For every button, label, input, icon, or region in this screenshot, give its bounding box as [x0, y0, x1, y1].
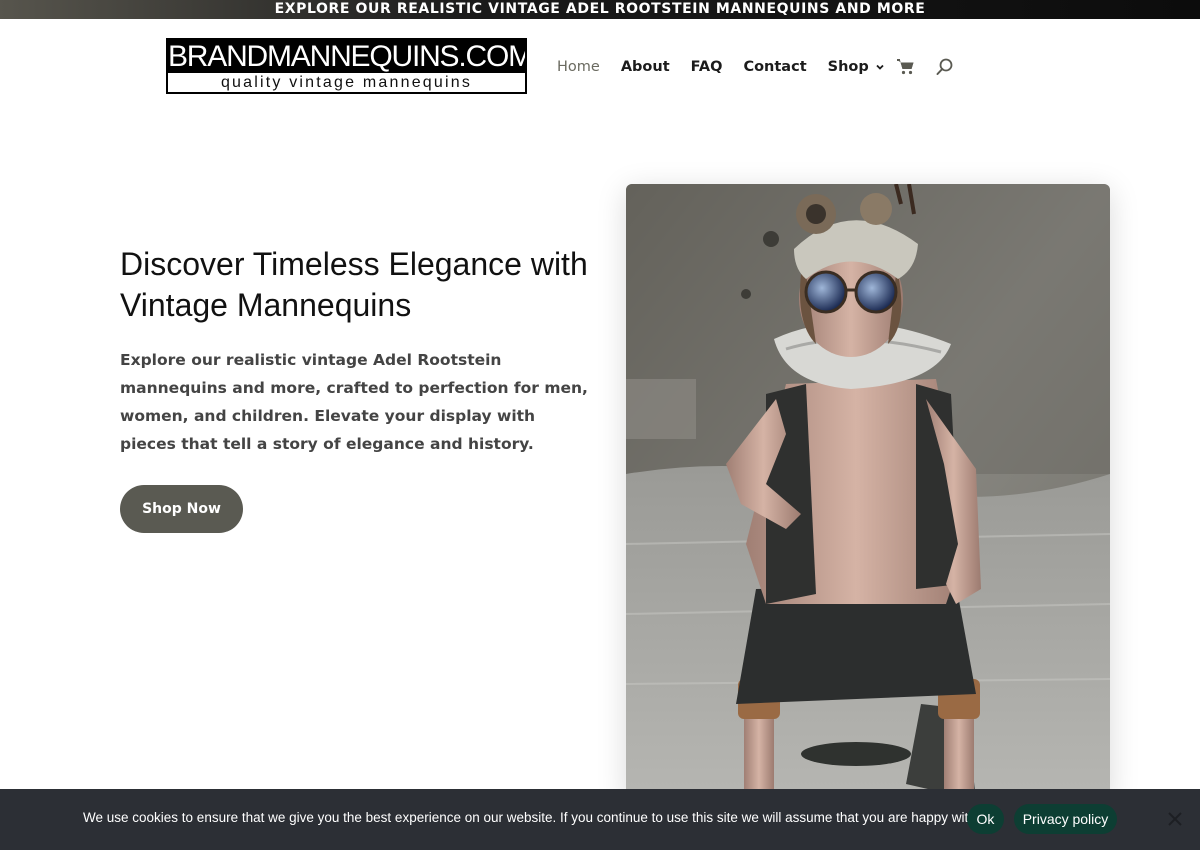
cookie-ok-button[interactable]: Ok	[967, 804, 1004, 834]
mannequin-photo	[626, 184, 1110, 800]
logo-tagline: quality vintage mannequins	[220, 74, 473, 91]
main-nav: Home About FAQ Contact Shop	[557, 55, 974, 79]
search-icon[interactable]	[935, 57, 955, 77]
hero-title: Discover Timeless Elegance with Vintage …	[120, 246, 588, 323]
nav-item-shop[interactable]: Shop	[828, 59, 885, 75]
privacy-policy-button[interactable]: Privacy policy	[1014, 804, 1117, 834]
announcement-bar: EXPLORE OUR REALISTIC VINTAGE ADEL ROOTS…	[0, 0, 1200, 19]
cart-icon[interactable]	[896, 57, 916, 77]
site-header: BRANDMANNEQUINS.COM quality vintage mann…	[0, 19, 1200, 113]
chevron-down-icon	[876, 64, 884, 70]
announcement-text: EXPLORE OUR REALISTIC VINTAGE ADEL ROOTS…	[274, 1, 926, 17]
nav-item-contact[interactable]: Contact	[743, 59, 806, 75]
nav-item-shop-label: Shop	[827, 59, 869, 75]
nav-item-home[interactable]: Home	[557, 59, 600, 75]
cookie-message: We use cookies to ensure that we give yo…	[83, 810, 990, 825]
nav-item-faq[interactable]: FAQ	[691, 59, 723, 75]
close-icon[interactable]	[1166, 810, 1184, 828]
hero-description: Explore our realistic vintage Adel Roots…	[120, 351, 588, 453]
nav-item-about[interactable]: About	[621, 59, 670, 75]
hero-mannequin-image	[626, 184, 1110, 800]
cookie-banner: We use cookies to ensure that we give yo…	[0, 789, 1200, 850]
site-logo[interactable]: BRANDMANNEQUINS.COM quality vintage mann…	[166, 38, 527, 94]
shop-now-button[interactable]: Shop Now	[120, 485, 243, 533]
logo-wordmark: BRANDMANNEQUINS.COM	[168, 40, 525, 73]
